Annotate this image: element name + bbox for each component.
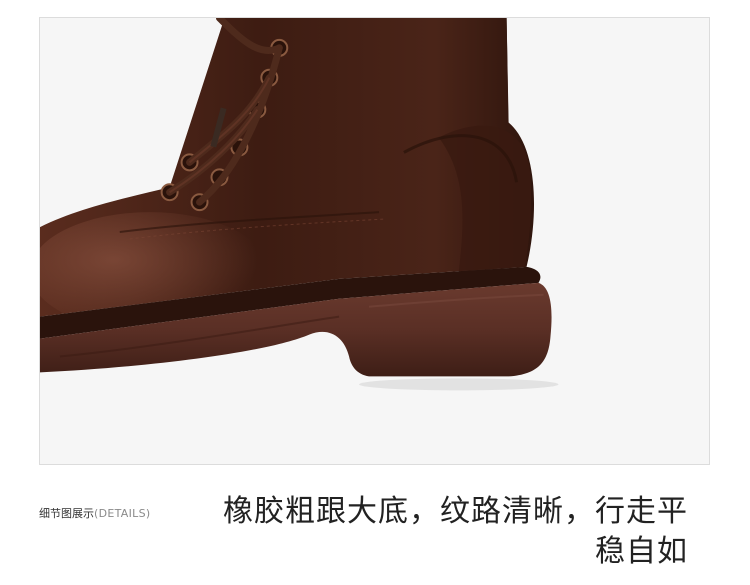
feature-caption: 橡胶粗跟大底，纹路清晰，行走平 稳自如 xyxy=(218,492,688,572)
caption-line-1: 橡胶粗跟大底，纹路清晰，行走平 xyxy=(223,494,688,529)
product-detail-photo xyxy=(39,17,710,465)
detail-section-label: 细节图展示(DETAILS) xyxy=(39,505,150,521)
boot-heel-detail-image xyxy=(40,18,709,464)
caption-line-2: 稳自如 xyxy=(595,534,688,569)
detail-label-zh: 细节图展示 xyxy=(39,507,94,520)
detail-label-en: (DETAILS) xyxy=(94,507,151,520)
